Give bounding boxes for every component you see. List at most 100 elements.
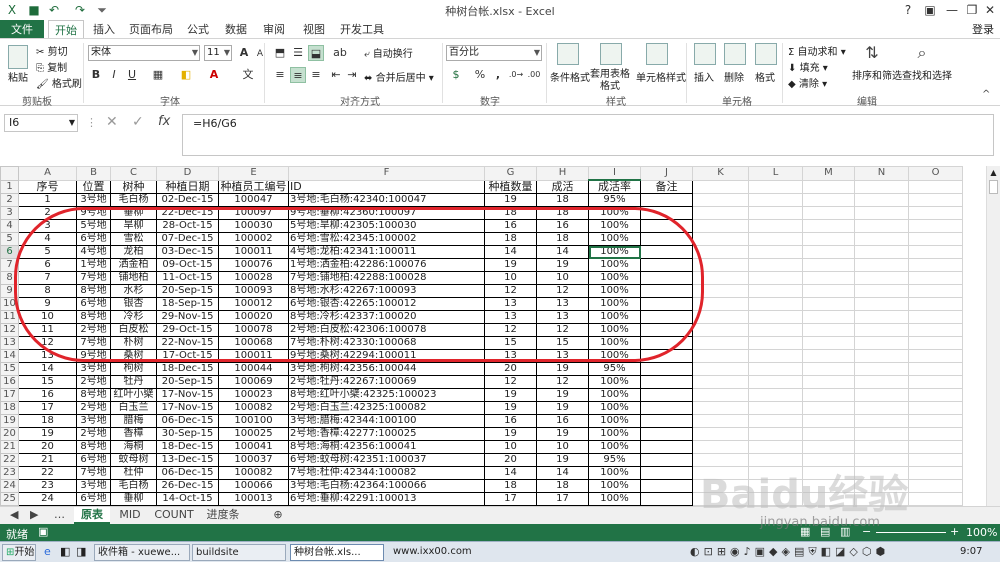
data-cell[interactable]: 雪松 bbox=[110, 232, 157, 246]
data-cell[interactable]: 6 bbox=[18, 258, 77, 272]
data-cell[interactable]: 垂柳 bbox=[110, 492, 157, 506]
tab-insert[interactable]: 插入 bbox=[88, 20, 120, 39]
data-cell[interactable]: 17 bbox=[484, 492, 537, 506]
data-cell[interactable]: 18-Sep-15 bbox=[156, 297, 219, 311]
increase-indent-icon[interactable]: ⇥ bbox=[344, 67, 360, 83]
header-cell[interactable]: 位置 bbox=[76, 179, 111, 194]
quicklaunch-icon-2[interactable]: ◨ bbox=[76, 545, 86, 558]
tab-file[interactable]: 文件 bbox=[0, 20, 44, 39]
data-cell[interactable]: 19 bbox=[536, 258, 589, 272]
data-cell[interactable]: 桑树 bbox=[110, 349, 157, 363]
empty-cell[interactable] bbox=[748, 479, 803, 493]
data-cell[interactable]: 2号地 bbox=[76, 375, 111, 389]
data-cell[interactable]: 100047 bbox=[218, 193, 289, 207]
data-cell[interactable]: 旱柳 bbox=[110, 219, 157, 233]
data-cell[interactable]: 19 bbox=[536, 362, 589, 376]
data-cell[interactable]: 100100 bbox=[218, 414, 289, 428]
next-sheet-icon[interactable]: ▶ bbox=[26, 507, 42, 524]
data-cell[interactable] bbox=[640, 466, 693, 480]
data-cell[interactable]: 100% bbox=[588, 284, 641, 298]
zoom-level[interactable]: 100% bbox=[966, 526, 997, 539]
data-cell[interactable]: 19 bbox=[536, 388, 589, 402]
data-cell[interactable]: 100002 bbox=[218, 232, 289, 246]
empty-cell[interactable] bbox=[692, 362, 749, 376]
data-cell[interactable]: 100% bbox=[588, 414, 641, 428]
data-cell[interactable]: 牡丹 bbox=[110, 375, 157, 389]
italic-button[interactable]: I bbox=[106, 67, 122, 83]
sheet-tab-progress[interactable]: 进度条 bbox=[200, 507, 246, 524]
find-select-button[interactable]: 查找和选择 bbox=[902, 67, 952, 82]
data-cell[interactable] bbox=[640, 297, 693, 311]
format-painter-button[interactable]: 🖌 格式刷 bbox=[36, 75, 82, 90]
empty-cell[interactable] bbox=[748, 362, 803, 376]
empty-cell[interactable] bbox=[802, 336, 855, 350]
data-cell[interactable]: 8号地 bbox=[76, 284, 111, 298]
data-cell[interactable]: 17 bbox=[18, 401, 77, 415]
empty-cell[interactable] bbox=[802, 388, 855, 402]
format-table-icon[interactable] bbox=[600, 43, 622, 65]
data-cell[interactable]: 17 bbox=[536, 492, 589, 506]
column-header-o[interactable]: O bbox=[908, 166, 963, 181]
data-cell[interactable]: 100012 bbox=[218, 297, 289, 311]
data-cell[interactable]: 95% bbox=[588, 193, 641, 207]
empty-cell[interactable] bbox=[748, 258, 803, 272]
data-cell[interactable]: 100028 bbox=[218, 271, 289, 285]
data-cell[interactable]: 铺地柏 bbox=[110, 271, 157, 285]
macro-record-icon[interactable]: ▣ bbox=[38, 525, 48, 538]
delete-cells-icon[interactable] bbox=[724, 43, 746, 65]
empty-cell[interactable] bbox=[748, 401, 803, 415]
header-cell[interactable]: 种植数量 bbox=[484, 179, 537, 194]
cut-button[interactable]: ✂ 剪切 bbox=[36, 43, 68, 58]
ie-icon[interactable]: e bbox=[44, 545, 51, 558]
data-cell[interactable]: 19 bbox=[536, 427, 589, 441]
page-break-view-icon[interactable]: ▥ bbox=[840, 525, 850, 538]
data-cell[interactable]: 19 bbox=[484, 258, 537, 272]
data-cell[interactable]: 18 bbox=[536, 232, 589, 246]
column-header-g[interactable]: G bbox=[484, 166, 537, 181]
scroll-thumb[interactable] bbox=[989, 180, 998, 194]
data-cell[interactable]: 19 bbox=[484, 427, 537, 441]
data-cell[interactable] bbox=[640, 388, 693, 402]
data-cell[interactable]: 20 bbox=[18, 440, 77, 454]
start-button[interactable]: ⊞开始 bbox=[2, 544, 36, 561]
data-cell[interactable]: 14 bbox=[536, 466, 589, 480]
header-cell[interactable]: 成活率 bbox=[588, 179, 641, 194]
data-cell[interactable]: 7号地 bbox=[76, 466, 111, 480]
column-header-f[interactable]: F bbox=[288, 166, 485, 181]
data-cell[interactable]: 2 bbox=[18, 206, 77, 220]
data-cell[interactable]: 19 bbox=[536, 453, 589, 467]
data-cell[interactable]: 100% bbox=[588, 349, 641, 363]
header-cell[interactable]: 备注 bbox=[640, 179, 693, 194]
data-cell[interactable]: 2号地:白玉兰:42325:100082 bbox=[288, 401, 485, 415]
data-cell[interactable]: 12 bbox=[18, 336, 77, 350]
empty-cell[interactable] bbox=[908, 206, 963, 220]
data-cell[interactable]: 15 bbox=[484, 336, 537, 350]
empty-cell[interactable] bbox=[908, 492, 963, 506]
empty-cell[interactable] bbox=[692, 271, 749, 285]
empty-cell[interactable] bbox=[748, 492, 803, 506]
data-cell[interactable]: 16 bbox=[484, 219, 537, 233]
data-cell[interactable]: 18 bbox=[484, 206, 537, 220]
data-cell[interactable]: 100% bbox=[588, 336, 641, 350]
empty-cell[interactable] bbox=[854, 258, 909, 272]
empty-cell[interactable] bbox=[748, 284, 803, 298]
column-header-b[interactable]: B bbox=[76, 166, 111, 181]
empty-cell[interactable] bbox=[908, 245, 963, 259]
data-cell[interactable]: 100% bbox=[588, 401, 641, 415]
quicklaunch-icon[interactable]: ◧ bbox=[60, 545, 70, 558]
data-cell[interactable]: 7号地 bbox=[76, 271, 111, 285]
empty-cell[interactable] bbox=[854, 388, 909, 402]
empty-cell[interactable] bbox=[692, 349, 749, 363]
data-cell[interactable] bbox=[640, 427, 693, 441]
align-center-icon[interactable]: ≡ bbox=[290, 67, 306, 83]
empty-cell[interactable] bbox=[908, 388, 963, 402]
insert-function-icon[interactable]: fx bbox=[158, 114, 170, 129]
data-cell[interactable]: 毛白杨 bbox=[110, 479, 157, 493]
format-as-table-button[interactable]: 套用表格格式 bbox=[588, 69, 632, 93]
empty-cell[interactable] bbox=[748, 219, 803, 233]
row-header[interactable]: 2 bbox=[0, 193, 19, 207]
data-cell[interactable]: 95% bbox=[588, 362, 641, 376]
number-format-select[interactable]: 百分比 ▼ bbox=[446, 45, 542, 61]
data-cell[interactable]: 100% bbox=[588, 232, 641, 246]
grow-font-button[interactable]: A bbox=[236, 45, 252, 61]
